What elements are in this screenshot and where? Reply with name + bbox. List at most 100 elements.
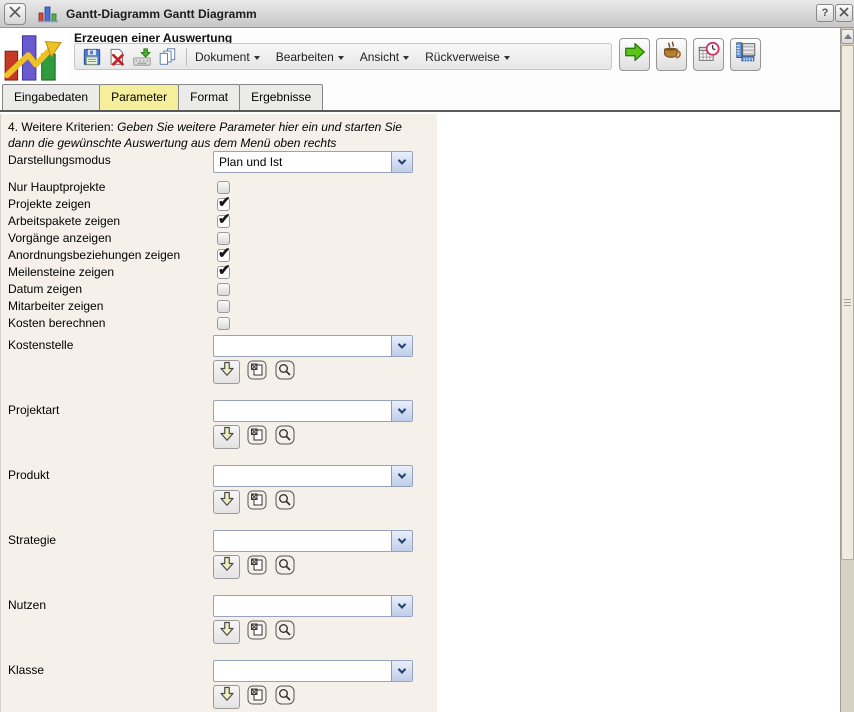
schedule-button[interactable] bbox=[693, 38, 724, 71]
strategie-paste-button[interactable] bbox=[247, 557, 267, 577]
search-icon bbox=[275, 425, 295, 450]
paste-icon bbox=[247, 685, 267, 710]
section-instructions: 4. Weitere Kriterien: Geben Sie weitere … bbox=[8, 119, 420, 151]
app-logo bbox=[0, 28, 68, 84]
strategie-insert-button[interactable] bbox=[213, 555, 240, 579]
kostenstelle-paste-button[interactable] bbox=[247, 362, 267, 382]
checkbox[interactable] bbox=[217, 300, 230, 313]
close-icon bbox=[8, 5, 22, 24]
projektart-insert-button[interactable] bbox=[213, 425, 240, 449]
checkbox-label: Kosten berechnen bbox=[8, 316, 105, 330]
search-icon bbox=[275, 620, 295, 645]
menu-label: Ansicht bbox=[360, 50, 399, 64]
projektart-value bbox=[214, 401, 391, 421]
menu-label: Bearbeiten bbox=[276, 50, 334, 64]
scroll-up-button[interactable] bbox=[841, 29, 854, 44]
tab-format[interactable]: Format bbox=[178, 84, 240, 110]
klasse-paste-button[interactable] bbox=[247, 687, 267, 707]
produkt-select[interactable] bbox=[213, 465, 413, 487]
schedule-icon bbox=[697, 40, 721, 69]
report-icon bbox=[734, 40, 758, 69]
strategie-select[interactable] bbox=[213, 530, 413, 552]
paste-icon bbox=[247, 425, 267, 450]
menu-label: Rückverweise bbox=[425, 50, 500, 64]
chevron-down-icon[interactable] bbox=[391, 531, 412, 551]
produkt-insert-button[interactable] bbox=[213, 490, 240, 514]
produkt-paste-button[interactable] bbox=[247, 492, 267, 512]
kostenstelle-select[interactable] bbox=[213, 335, 413, 357]
checkbox[interactable] bbox=[217, 283, 230, 296]
nutzen-label: Nutzen bbox=[8, 598, 46, 612]
darstellungsmodus-value: Plan und Ist bbox=[214, 152, 391, 172]
run-report-button[interactable] bbox=[619, 38, 650, 71]
search-icon bbox=[275, 360, 295, 385]
app-window: Gantt-Diagramm Gantt Diagramm ? Erzeugen… bbox=[0, 0, 854, 712]
arrow-down-icon bbox=[218, 491, 236, 514]
paste-icon bbox=[247, 620, 267, 645]
copy-icon[interactable] bbox=[156, 46, 178, 68]
chart-app-icon bbox=[38, 5, 58, 28]
coffee-break-button[interactable] bbox=[656, 38, 687, 71]
klasse-insert-button[interactable] bbox=[213, 685, 240, 709]
chevron-down-icon bbox=[254, 56, 260, 60]
run-icon bbox=[623, 40, 647, 69]
report-layout-button[interactable] bbox=[730, 38, 761, 71]
checkbox[interactable] bbox=[217, 317, 230, 330]
help-icon: ? bbox=[822, 7, 829, 19]
darstellungsmodus-select[interactable]: Plan und Ist bbox=[213, 151, 413, 173]
strategie-value bbox=[214, 531, 391, 551]
produkt-search-button[interactable] bbox=[275, 492, 295, 512]
nutzen-insert-button[interactable] bbox=[213, 620, 240, 644]
section-number: 4. Weitere Kriterien: bbox=[8, 120, 117, 134]
close-window-button[interactable] bbox=[4, 3, 26, 25]
arrow-down-icon bbox=[218, 361, 236, 384]
menu-dokument[interactable]: Dokument bbox=[195, 50, 260, 64]
chevron-down-icon[interactable] bbox=[391, 466, 412, 486]
tab-parameter[interactable]: Parameter bbox=[99, 84, 179, 110]
toolbar: Dokument Bearbeiten Ansicht Rückverweise bbox=[74, 43, 612, 70]
search-icon bbox=[275, 555, 295, 580]
chevron-down-icon[interactable] bbox=[391, 152, 412, 172]
close-icon bbox=[838, 6, 850, 21]
checkbox[interactable] bbox=[217, 266, 230, 279]
arrow-down-icon bbox=[218, 556, 236, 579]
chevron-down-icon[interactable] bbox=[391, 401, 412, 421]
strategie-search-button[interactable] bbox=[275, 557, 295, 577]
menu-ansicht[interactable]: Ansicht bbox=[360, 50, 409, 64]
kostenstelle-value bbox=[214, 336, 391, 356]
help-button[interactable]: ? bbox=[816, 4, 834, 22]
menu-label: Dokument bbox=[195, 50, 250, 64]
menu-rückverweise[interactable]: Rückverweise bbox=[425, 50, 510, 64]
delete-icon[interactable] bbox=[106, 46, 128, 68]
checkbox-label: Arbeitspakete zeigen bbox=[8, 214, 120, 228]
nutzen-select[interactable] bbox=[213, 595, 413, 617]
tab-ergebnisse[interactable]: Ergebnisse bbox=[239, 84, 323, 110]
close-button[interactable] bbox=[835, 4, 853, 22]
klasse-select[interactable] bbox=[213, 660, 413, 682]
kostenstelle-insert-button[interactable] bbox=[213, 360, 240, 384]
import-icon[interactable] bbox=[131, 46, 153, 68]
chevron-down-icon[interactable] bbox=[391, 336, 412, 356]
chevron-down-icon[interactable] bbox=[391, 596, 412, 616]
nutzen-paste-button[interactable] bbox=[247, 622, 267, 642]
paste-icon bbox=[247, 360, 267, 385]
kostenstelle-search-button[interactable] bbox=[275, 362, 295, 382]
projektart-select[interactable] bbox=[213, 400, 413, 422]
search-icon bbox=[275, 685, 295, 710]
produkt-label: Produkt bbox=[8, 468, 49, 482]
projektart-paste-button[interactable] bbox=[247, 427, 267, 447]
checkbox[interactable] bbox=[217, 215, 230, 228]
vertical-scrollbar[interactable] bbox=[840, 28, 854, 712]
scrollbar-thumb[interactable] bbox=[841, 45, 854, 560]
klasse-search-button[interactable] bbox=[275, 687, 295, 707]
tab-eingabedaten[interactable]: Eingabedaten bbox=[2, 84, 100, 110]
projektart-search-button[interactable] bbox=[275, 427, 295, 447]
nutzen-search-button[interactable] bbox=[275, 622, 295, 642]
nutzen-value bbox=[214, 596, 391, 616]
menu-bearbeiten[interactable]: Bearbeiten bbox=[276, 50, 344, 64]
chevron-down-icon bbox=[504, 56, 510, 60]
chevron-down-icon[interactable] bbox=[391, 661, 412, 681]
save-icon[interactable] bbox=[81, 46, 103, 68]
checkbox-label: Nur Hauptprojekte bbox=[8, 180, 105, 194]
arrow-down-icon bbox=[218, 426, 236, 449]
